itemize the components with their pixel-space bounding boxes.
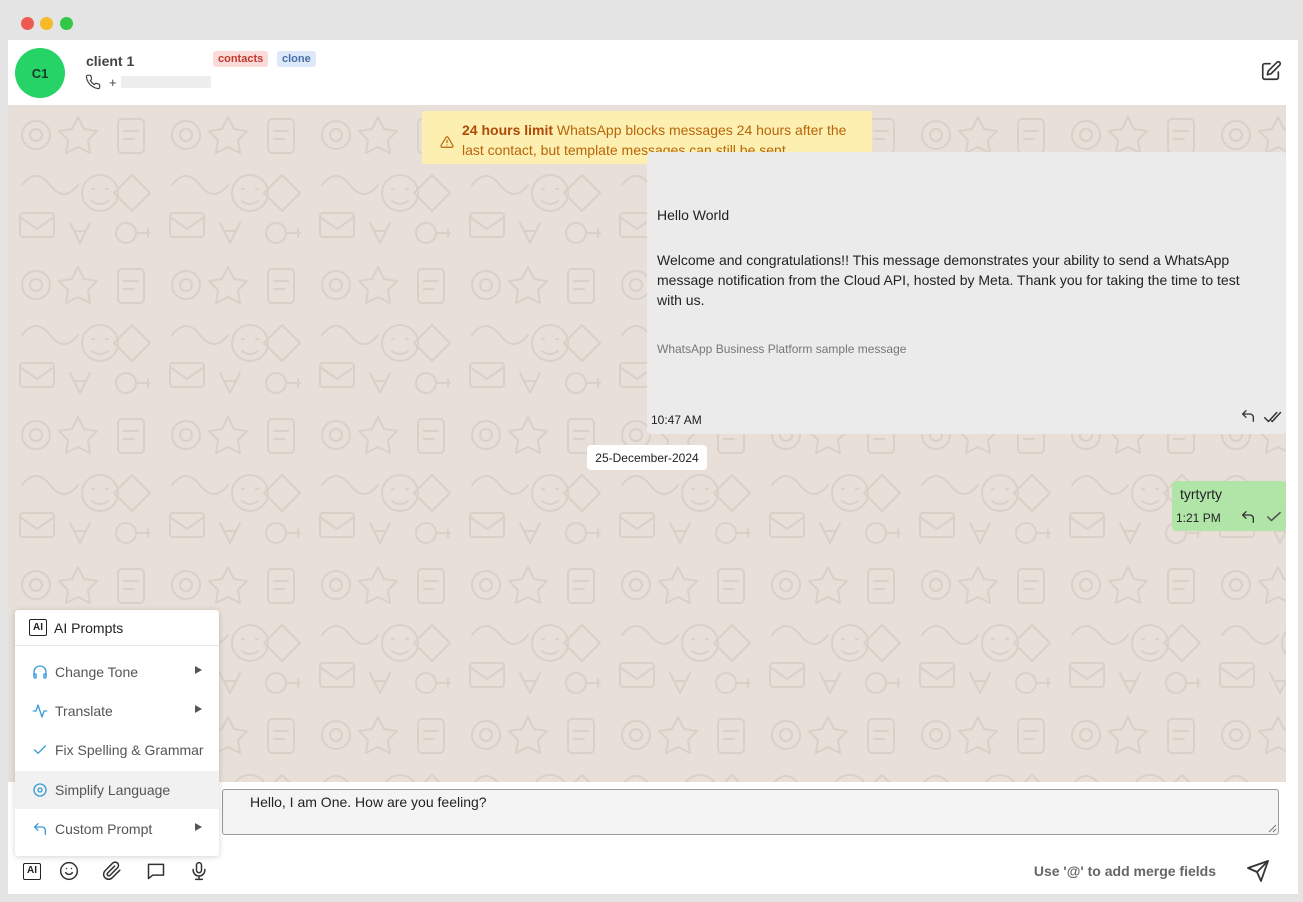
reply-icon[interactable] [1240,408,1256,424]
menu-item-custom-prompt[interactable]: Custom Prompt [15,810,219,848]
menu-item-label: Custom Prompt [55,821,153,837]
contact-phone: + [85,74,211,90]
emoji-icon [59,861,79,881]
message-heading: Hello World [657,207,730,223]
message-time: 10:47 AM [651,413,702,427]
message-input-value: Hello, I am One. How are you feeling? [250,794,487,810]
submenu-arrow-icon [195,666,202,674]
avatar: C1 [15,48,65,98]
menu-item-change-tone[interactable]: Change Tone [15,653,219,691]
message-bubble-outgoing: tyrtyrty 1:21 PM [1172,481,1286,531]
resize-grip-icon[interactable] [1267,823,1277,833]
paperclip-icon [102,861,121,881]
ai-button[interactable]: AI [19,858,45,884]
ai-icon: AI [29,619,47,636]
ai-icon: AI [23,862,41,880]
emoji-button[interactable] [56,858,82,884]
comment-icon [147,863,165,880]
activity-icon [32,704,48,718]
minimize-window-button[interactable] [40,17,53,30]
template-button[interactable] [143,858,169,884]
tag-contacts[interactable]: contacts [213,51,269,67]
check-icon [34,745,46,754]
close-window-button[interactable] [21,17,34,30]
message-input[interactable]: Hello, I am One. How are you feeling? [222,789,1279,835]
notice-title: 24 hours limit [462,122,554,138]
ai-prompts-header: AI AI Prompts [15,610,219,646]
attach-button[interactable] [99,858,125,884]
menu-item-label: Simplify Language [55,782,171,798]
microphone-icon [192,861,206,881]
message-footer: WhatsApp Business Platform sample messag… [657,342,907,356]
menu-item-translate[interactable]: Translate [15,692,219,730]
double-tick-icon [1264,411,1282,423]
menu-item-label: Fix Spelling & Grammar [55,742,204,758]
phone-number-redacted [120,76,211,88]
headphones-icon [33,665,47,679]
date-separator: 25-December-2024 [587,445,707,470]
merge-fields-hint: Use '@' to add merge fields [1033,863,1216,879]
ai-prompts-menu: AI AI Prompts Change Tone Translate Fix … [15,610,219,856]
tag-clone[interactable]: clone [277,51,316,67]
message-text: tyrtyrty [1180,486,1222,502]
menu-item-label: Change Tone [55,664,139,680]
send-icon[interactable] [1246,859,1270,883]
single-tick-icon [1267,511,1281,522]
voice-button[interactable] [186,858,212,884]
maximize-window-button[interactable] [60,17,73,30]
submenu-arrow-icon [195,823,202,831]
reply-icon [34,823,46,835]
message-body: Welcome and congratulations!! This messa… [657,252,1240,308]
warning-icon [440,136,454,148]
ai-prompts-title: AI Prompts [54,619,124,636]
contact-name: client 1 [86,53,135,69]
phone-prefix: + [109,74,117,90]
window-titlebar [0,0,1303,40]
menu-item-fix-spelling[interactable]: Fix Spelling & Grammar [15,731,219,769]
contact-header: C1 client 1 + contacts clone [8,40,1298,105]
composer-toolbar: AI Use '@' to add merge fields [8,855,1298,887]
reply-icon[interactable] [1240,509,1256,525]
submenu-arrow-icon [195,705,202,713]
menu-item-label: Translate [55,703,113,719]
edit-icon[interactable] [1260,60,1282,82]
message-time: 1:21 PM [1176,511,1221,525]
menu-item-simplify-language[interactable]: Simplify Language [15,771,219,809]
phone-icon [85,74,101,90]
message-bubble-template: Hello World Welcome and congratulations!… [647,152,1286,434]
target-icon [33,783,47,797]
